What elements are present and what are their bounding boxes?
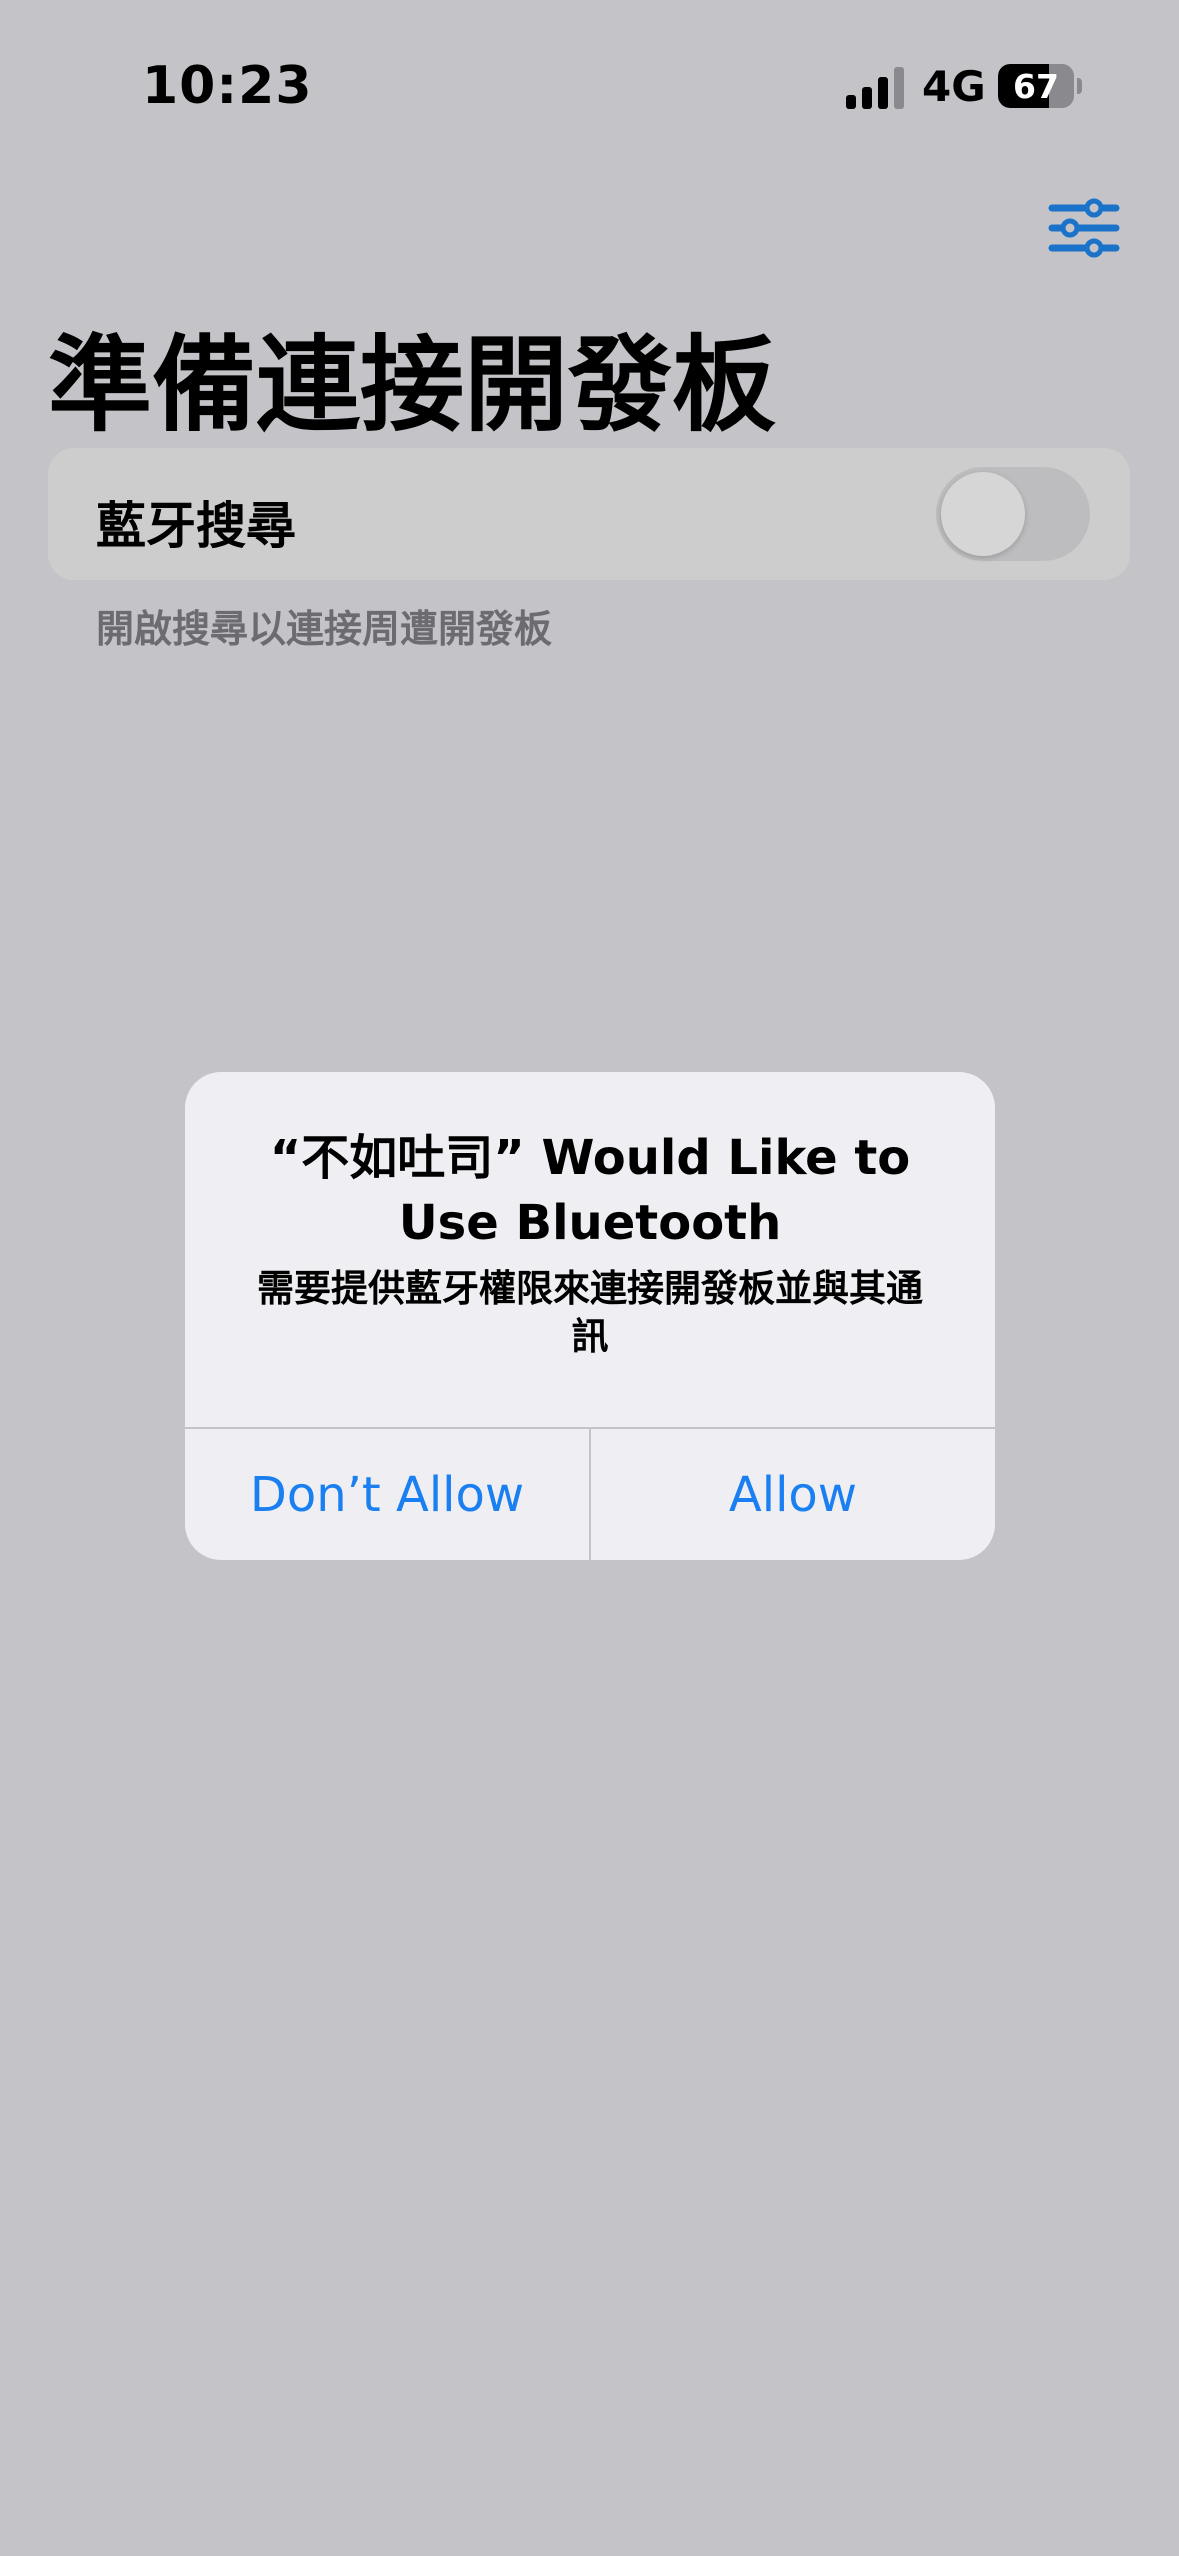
allow-button[interactable]: Allow [591,1429,995,1560]
status-time: 10:23 [142,56,313,116]
bluetooth-search-footer: 開啟搜尋以連接周遭開發板 [96,607,553,651]
signal-bar [846,95,856,109]
alert-title: “不如吐司” Would Like to Use Bluetooth [269,1130,911,1251]
bluetooth-search-row: 藍牙搜尋 [48,448,1130,580]
battery-icon: 67 [998,64,1074,108]
status-bar: 10:23 4G 67 [0,0,1179,170]
sliders-icon [1048,198,1120,258]
page-title: 準備連接開發板 [48,324,777,446]
battery-level: 67 [1013,67,1059,106]
network-type: 4G [922,62,986,111]
bluetooth-permission-alert: “不如吐司” Would Like to Use Bluetooth 需要提供藍… [185,1072,995,1560]
bluetooth-search-toggle[interactable] [936,467,1090,561]
battery-tip [1077,78,1082,94]
settings-button[interactable] [1046,192,1122,264]
toggle-knob [941,472,1025,556]
signal-bar [862,87,872,109]
alert-message: 需要提供藍牙權限來連接開發板並與其通訊 [257,1267,923,1358]
dont-allow-button[interactable]: Don’t Allow [185,1429,589,1560]
bluetooth-search-label: 藍牙搜尋 [96,497,296,555]
signal-bar [894,67,904,109]
signal-bar [878,77,888,109]
cellular-signal-icon [846,65,906,109]
